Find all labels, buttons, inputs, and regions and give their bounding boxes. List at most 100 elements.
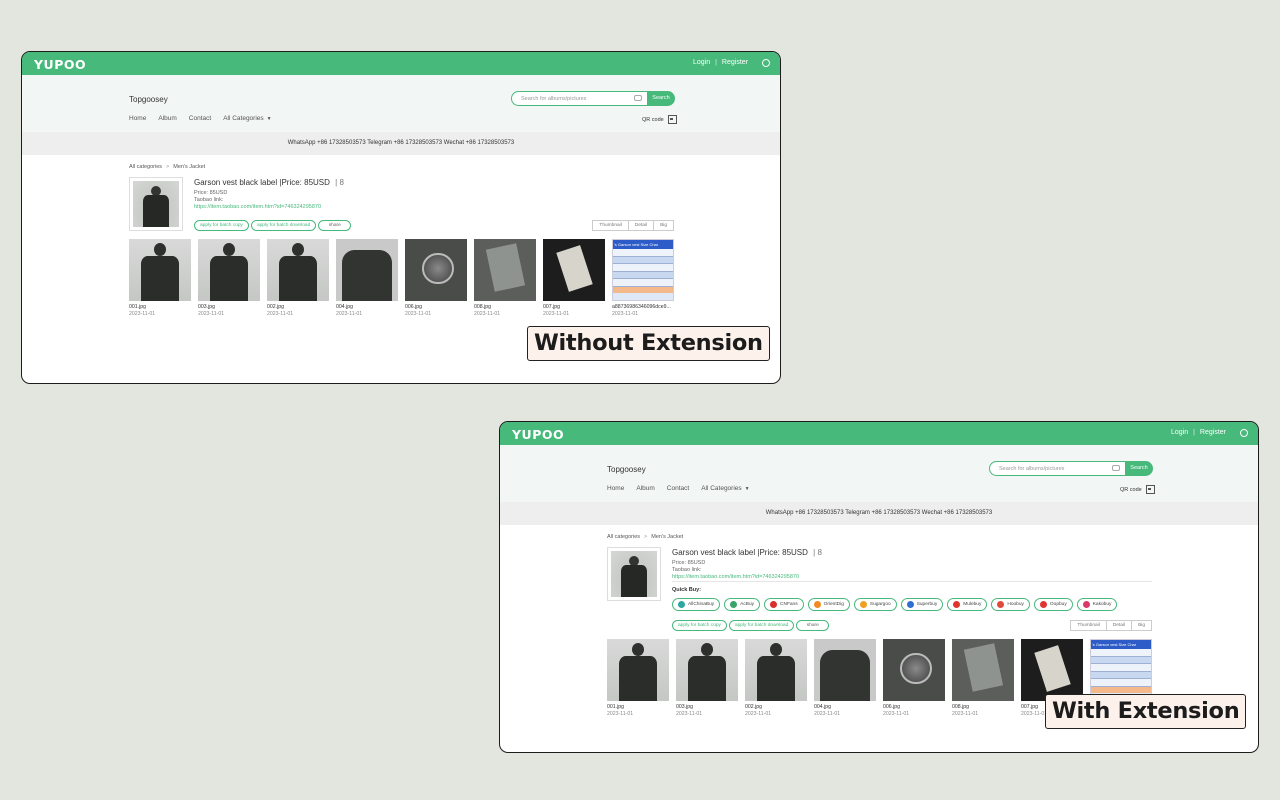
photo-thumb[interactable] bbox=[198, 239, 260, 301]
photo-item[interactable]: 006.jpg 2023-11-01 bbox=[883, 639, 945, 717]
photo-thumb[interactable] bbox=[1021, 639, 1083, 701]
search-input[interactable]: Search for albums/pictures bbox=[989, 461, 1125, 476]
chevron-right-icon: > bbox=[644, 534, 648, 540]
photo-count: 8 bbox=[817, 548, 822, 557]
photo-item[interactable]: 008.jpg 2023-11-01 bbox=[474, 239, 536, 317]
size-chart-thumb[interactable]: 's Garson vest Size Char bbox=[612, 239, 674, 301]
photo-thumb[interactable] bbox=[952, 639, 1014, 701]
share-button[interactable]: share bbox=[318, 220, 352, 231]
yupoo-logo[interactable]: YUPOO bbox=[34, 57, 86, 72]
login-link[interactable]: Login bbox=[1171, 429, 1188, 436]
search-button[interactable]: Search bbox=[1125, 461, 1153, 476]
photo-count: 8 bbox=[339, 178, 344, 187]
camera-icon[interactable] bbox=[1112, 465, 1120, 471]
register-link[interactable]: Register bbox=[1200, 429, 1226, 436]
chevron-right-icon: > bbox=[166, 164, 170, 170]
view-toggle: Thumbnail Detail Big bbox=[1070, 620, 1152, 631]
nav-contact[interactable]: Contact bbox=[189, 115, 211, 122]
camera-icon[interactable] bbox=[634, 95, 642, 101]
qr-code-icon bbox=[1145, 485, 1155, 494]
album-meta: Price: 85USD Taobao link: https://item.t… bbox=[194, 190, 344, 211]
share-button[interactable]: share bbox=[796, 620, 830, 631]
album-info: Garson vest black label |Price: 85USD | … bbox=[194, 178, 344, 211]
view-big[interactable]: Big bbox=[1132, 621, 1151, 630]
photo-item[interactable]: 003.jpg 2023-11-01 bbox=[198, 239, 260, 317]
size-chart-thumb[interactable]: 's Garson vest Size Char bbox=[1090, 639, 1152, 701]
photo-item[interactable]: 006.jpg 2023-11-01 bbox=[405, 239, 467, 317]
batch-download-button[interactable]: apply for batch download bbox=[728, 620, 795, 631]
breadcrumb-mens-jacket[interactable]: Men's Jacket bbox=[651, 534, 683, 540]
view-toggle: Thumbnail Detail Big bbox=[592, 220, 674, 231]
photo-item[interactable]: 001.jpg 2023-11-01 bbox=[607, 639, 669, 717]
qr-code-link[interactable]: QR code bbox=[642, 115, 677, 124]
photo-item[interactable]: 008.jpg 2023-11-01 bbox=[952, 639, 1014, 717]
vest-photo bbox=[611, 551, 657, 597]
shop-name[interactable]: Topgoosey bbox=[129, 95, 168, 104]
photo-item[interactable]: 004.jpg 2023-11-01 bbox=[814, 639, 876, 717]
top-bar: YUPOO Login | Register bbox=[500, 422, 1258, 445]
photo-thumb[interactable] bbox=[543, 239, 605, 301]
taobao-label: Taobao link: bbox=[194, 197, 224, 203]
photo-thumb[interactable] bbox=[745, 639, 807, 701]
view-big[interactable]: Big bbox=[654, 221, 673, 230]
photo-item[interactable]: 007.jpg 2023-11-01 bbox=[543, 239, 605, 317]
taobao-link[interactable]: https://item.taobao.com/item.htm?id=7463… bbox=[672, 574, 822, 581]
view-thumbnail[interactable]: Thumbnail bbox=[1071, 621, 1107, 630]
photo-item[interactable]: 's Garson vest Size Chara88736986346096d… bbox=[612, 239, 674, 317]
taobao-label: Taobao link: bbox=[672, 567, 702, 573]
album-title: Garson vest black label |Price: 85USD | … bbox=[194, 178, 344, 187]
view-detail[interactable]: Detail bbox=[1107, 621, 1133, 630]
breadcrumb-all-categories[interactable]: All categories bbox=[129, 164, 162, 170]
photo-thumb[interactable] bbox=[607, 639, 669, 701]
photo-item[interactable]: 003.jpg 2023-11-01 bbox=[676, 639, 738, 717]
search-input[interactable]: Search for albums/pictures bbox=[511, 91, 647, 106]
nav-all-categories[interactable]: All Categories ▼ bbox=[701, 485, 749, 492]
breadcrumb-all-categories[interactable]: All categories bbox=[607, 534, 640, 540]
photo-thumb[interactable] bbox=[676, 639, 738, 701]
photo-item[interactable]: 002.jpg 2023-11-01 bbox=[745, 639, 807, 717]
top-bar: YUPOO Login | Register bbox=[22, 52, 780, 75]
photo-thumb[interactable] bbox=[814, 639, 876, 701]
batch-download-button[interactable]: apply for batch download bbox=[250, 220, 317, 231]
window-without-extension: YUPOO Login | Register Topgoosey Home Al… bbox=[21, 51, 781, 384]
photo-thumb[interactable] bbox=[883, 639, 945, 701]
album-cover[interactable] bbox=[129, 177, 183, 231]
search-button[interactable]: Search bbox=[647, 91, 675, 106]
nav-home[interactable]: Home bbox=[129, 115, 146, 122]
photo-thumb[interactable] bbox=[267, 239, 329, 301]
photo-item[interactable]: 002.jpg 2023-11-01 bbox=[267, 239, 329, 317]
photo-thumb[interactable] bbox=[474, 239, 536, 301]
taobao-link[interactable]: https://item.taobao.com/item.htm?id=7463… bbox=[194, 204, 344, 211]
globe-icon[interactable] bbox=[1240, 429, 1248, 437]
login-link[interactable]: Login bbox=[693, 59, 710, 66]
nav-album[interactable]: Album bbox=[158, 115, 176, 122]
yupoo-logo[interactable]: YUPOO bbox=[512, 427, 564, 442]
photo-thumb[interactable] bbox=[336, 239, 398, 301]
nav-home[interactable]: Home bbox=[607, 485, 624, 492]
register-link[interactable]: Register bbox=[722, 59, 748, 66]
photo-thumb[interactable] bbox=[405, 239, 467, 301]
contact-line: WhatsApp +86 17328503573 Telegram +86 17… bbox=[500, 502, 1258, 525]
nav-album[interactable]: Album bbox=[636, 485, 654, 492]
photo-thumb[interactable] bbox=[129, 239, 191, 301]
view-thumbnail[interactable]: Thumbnail bbox=[593, 221, 629, 230]
without-extension-badge: Without Extension bbox=[527, 326, 770, 361]
price-text: Price: 85USD bbox=[194, 190, 228, 196]
nav-all-categories[interactable]: All Categories ▼ bbox=[223, 115, 271, 122]
nav-contact[interactable]: Contact bbox=[667, 485, 689, 492]
album-header: Garson vest black label |Price: 85USD | … bbox=[607, 547, 1258, 603]
shop-name[interactable]: Topgoosey bbox=[607, 465, 646, 474]
batch-copy-button[interactable]: apply for batch copy bbox=[194, 220, 249, 231]
shop-header: Topgoosey Home Album Contact All Categor… bbox=[22, 75, 780, 132]
window-with-extension: YUPOO Login | Register Topgoosey Home Al… bbox=[499, 421, 1259, 753]
qr-code-link[interactable]: QR code bbox=[1120, 485, 1155, 494]
batch-copy-button[interactable]: apply for batch copy bbox=[672, 620, 727, 631]
shop-header: Topgoosey Home Album Contact All Categor… bbox=[500, 445, 1258, 502]
photo-item[interactable]: 001.jpg 2023-11-01 bbox=[129, 239, 191, 317]
album-cover[interactable] bbox=[607, 547, 661, 601]
photo-item[interactable]: 004.jpg 2023-11-01 bbox=[336, 239, 398, 317]
breadcrumb-mens-jacket[interactable]: Men's Jacket bbox=[173, 164, 205, 170]
globe-icon[interactable] bbox=[762, 59, 770, 67]
view-detail[interactable]: Detail bbox=[629, 221, 655, 230]
price-text: Price: 85USD bbox=[672, 560, 706, 566]
